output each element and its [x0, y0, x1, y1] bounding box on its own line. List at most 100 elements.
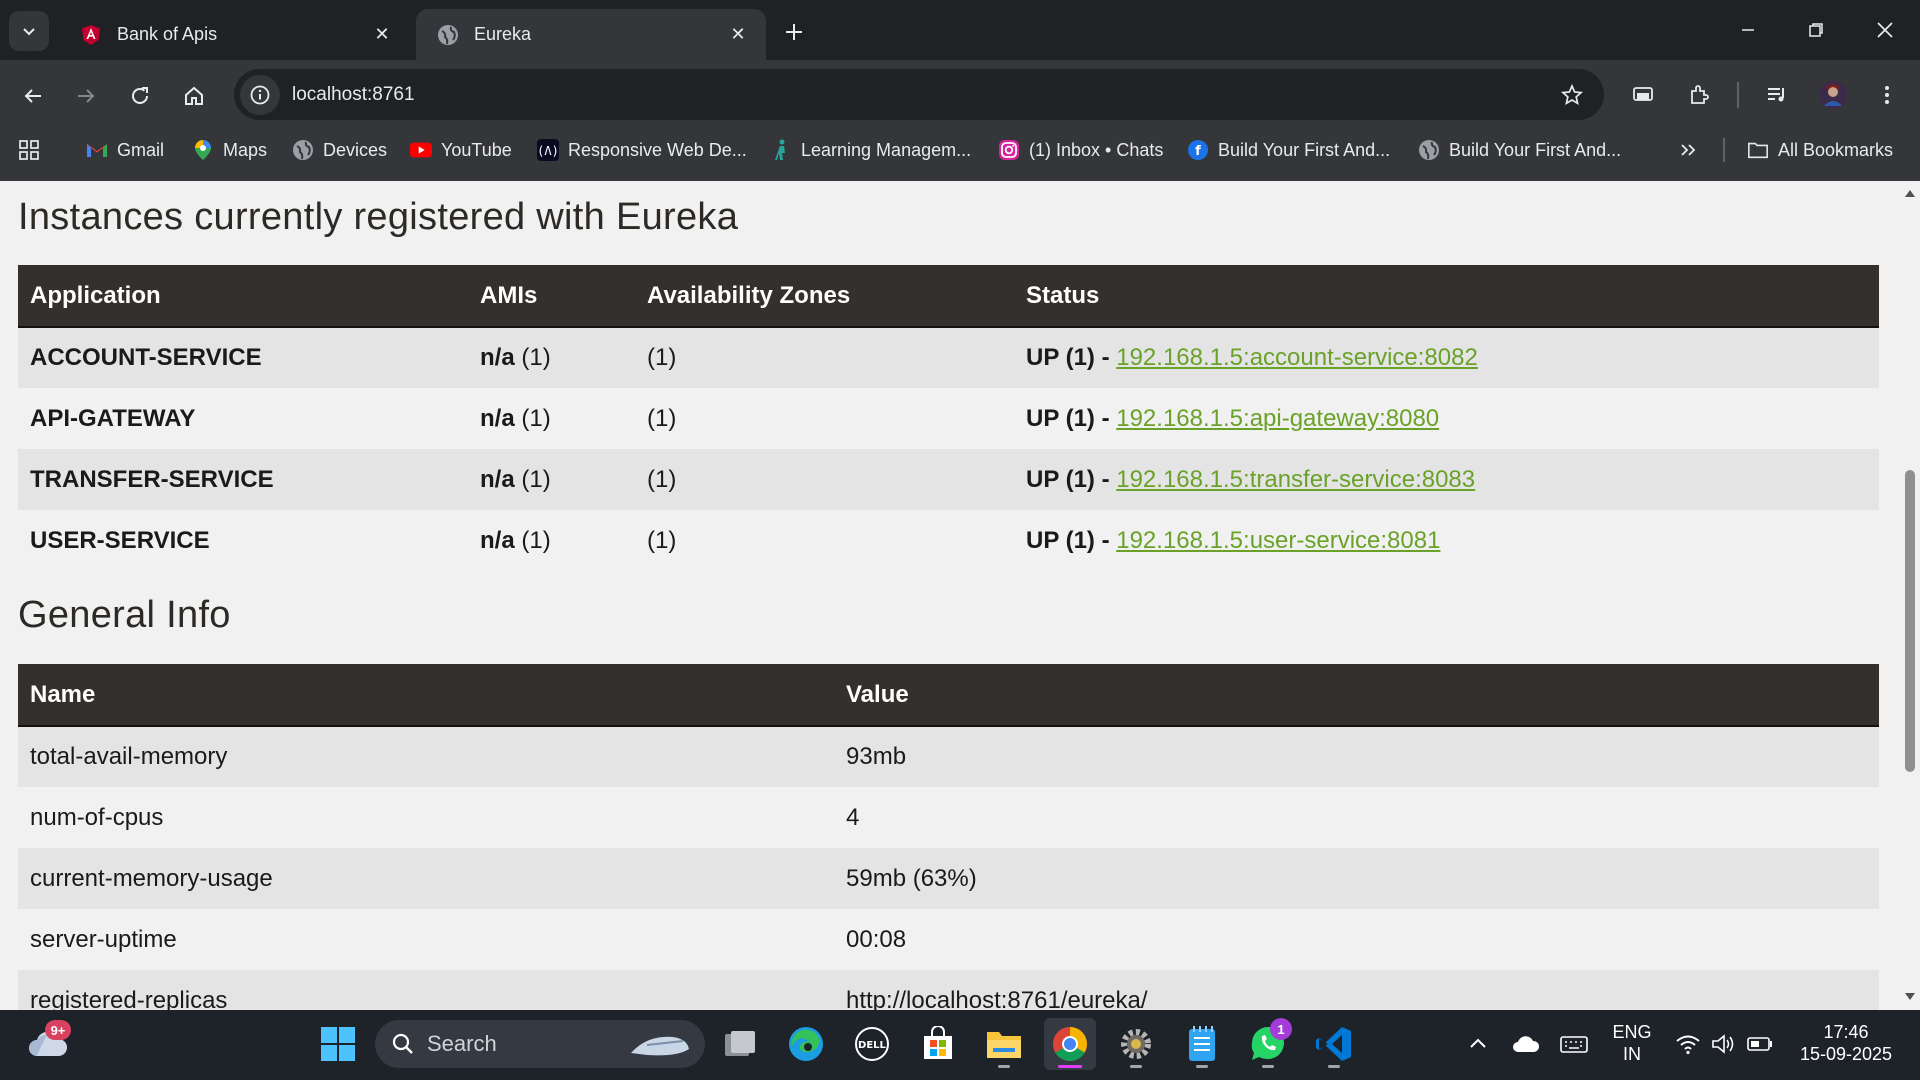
show-hidden-icons-button[interactable]: [1452, 1018, 1504, 1070]
start-button[interactable]: [312, 1018, 364, 1070]
notepad-button[interactable]: [1176, 1018, 1228, 1070]
edge-button[interactable]: [780, 1018, 832, 1070]
ami-cell: n/a (1): [468, 388, 635, 449]
bookmark-youtube[interactable]: YouTube: [410, 130, 512, 170]
reload-button[interactable]: [120, 76, 160, 116]
instance-link[interactable]: 192.168.1.5:api-gateway:8080: [1116, 405, 1439, 432]
bookmark-devices[interactable]: Devices: [292, 130, 387, 170]
column-header: AMIs: [468, 265, 635, 328]
column-header: Value: [834, 664, 1879, 727]
bookmark-maps[interactable]: Maps: [192, 130, 267, 170]
tab-search-button[interactable]: [9, 11, 49, 51]
close-icon[interactable]: ✕: [726, 23, 750, 47]
zones-cell: (1): [635, 510, 1014, 571]
region-code: IN: [1623, 1044, 1641, 1064]
scroll-down-icon[interactable]: [1903, 990, 1917, 1004]
learning-icon: [770, 139, 792, 161]
info-name: total-avail-memory: [18, 726, 834, 787]
close-window-button[interactable]: [1854, 4, 1916, 56]
column-header: Availability Zones: [635, 265, 1014, 328]
address-bar[interactable]: localhost:8761: [234, 69, 1604, 120]
battery-button[interactable]: [1734, 1018, 1786, 1070]
application-name: ACCOUNT-SERVICE: [18, 327, 468, 388]
minimize-button[interactable]: [1717, 4, 1779, 56]
table-row: TRANSFER-SERVICE n/a (1) (1) UP (1) - 19…: [18, 449, 1879, 510]
touch-keyboard-button[interactable]: [1548, 1018, 1600, 1070]
bookmarks-divider: [1723, 138, 1725, 162]
application-name: API-GATEWAY: [18, 388, 468, 449]
table-row: API-GATEWAY n/a (1) (1) UP (1) - 192.168…: [18, 388, 1879, 449]
close-icon[interactable]: ✕: [370, 23, 394, 47]
instance-link[interactable]: 192.168.1.5:user-service:8081: [1116, 527, 1440, 554]
home-button[interactable]: [174, 76, 214, 116]
vscode-button[interactable]: [1308, 1018, 1360, 1070]
status-cell: UP (1) - 192.168.1.5:api-gateway:8080: [1014, 388, 1879, 449]
scrollbar-thumb[interactable]: [1905, 470, 1915, 772]
table-header-row: Application AMIs Availability Zones Stat…: [18, 265, 1879, 328]
settings-app-button[interactable]: [1110, 1018, 1162, 1070]
instance-link[interactable]: 192.168.1.5:account-service:8082: [1116, 344, 1478, 371]
svg-text:DELL: DELL: [858, 1040, 887, 1051]
build-icon: f: [1187, 139, 1209, 161]
column-header: Application: [18, 265, 468, 328]
zones-cell: (1): [635, 449, 1014, 510]
running-indicator: [1328, 1065, 1340, 1068]
browser-menu-icon[interactable]: [1866, 74, 1908, 116]
avatar[interactable]: [1812, 74, 1854, 116]
restore-icon: [1809, 23, 1823, 37]
task-view-icon: [725, 1031, 755, 1056]
dell-button[interactable]: DELL: [846, 1018, 898, 1070]
reload-icon: [132, 87, 148, 104]
status-cell: UP (1) - 192.168.1.5:transfer-service:80…: [1014, 449, 1879, 510]
onedrive-button[interactable]: [1500, 1018, 1552, 1070]
restore-button[interactable]: [1785, 4, 1847, 56]
active-indicator: [1058, 1065, 1082, 1068]
bookmark-responsive-web[interactable]: (Λ) Responsive Web De...: [537, 130, 747, 170]
arrow-right-icon: [78, 89, 95, 103]
all-bookmarks-button[interactable]: All Bookmarks: [1747, 130, 1893, 170]
chrome-button[interactable]: [1044, 1018, 1096, 1070]
table-row: num-of-cpus 4: [18, 787, 1879, 848]
file-explorer-button[interactable]: [978, 1018, 1030, 1070]
forward-button[interactable]: [66, 76, 106, 116]
battery-icon: [1747, 1037, 1772, 1051]
table-row: total-avail-memory 93mb: [18, 726, 1879, 787]
tab-eureka[interactable]: Eureka ✕: [416, 9, 766, 60]
vscode-icon: [1316, 1027, 1351, 1061]
back-button[interactable]: [13, 76, 53, 116]
media-controls-icon[interactable]: [1756, 74, 1798, 116]
all-bookmarks-label: All Bookmarks: [1778, 139, 1894, 160]
star-icon[interactable]: [1552, 75, 1592, 115]
status-text: UP (1) -: [1026, 404, 1117, 432]
extensions-icon[interactable]: [1678, 74, 1720, 116]
taskbar-search[interactable]: Search: [375, 1020, 705, 1068]
microsoft-store-button[interactable]: [912, 1018, 964, 1070]
windows-icon: [321, 1027, 355, 1061]
tab-title: Eureka: [474, 24, 532, 44]
bookmark-label: Devices: [323, 139, 388, 160]
site-info-icon[interactable]: [240, 74, 280, 115]
bookmark-build-first-1[interactable]: f Build Your First And...: [1187, 130, 1390, 170]
url-text[interactable]: localhost:8761: [292, 84, 1552, 106]
bookmark-learning[interactable]: Learning Managem...: [770, 130, 971, 170]
running-indicator: [1196, 1065, 1208, 1068]
task-view-button[interactable]: [714, 1018, 766, 1070]
language-indicator[interactable]: ENG IN: [1604, 1021, 1660, 1065]
clock[interactable]: 17:46 15-09-2025: [1794, 1021, 1898, 1065]
table-row: server-uptime 00:08: [18, 909, 1879, 970]
tab-bank-of-apis[interactable]: Bank of Apis ✕: [59, 9, 410, 60]
instance-link[interactable]: 192.168.1.5:transfer-service:8083: [1116, 466, 1475, 493]
scroll-up-icon[interactable]: [1903, 186, 1917, 200]
ami-value: n/a: [480, 344, 515, 371]
status-text: UP (1) -: [1026, 465, 1117, 493]
apps-button[interactable]: [18, 130, 49, 170]
youtube-icon: [410, 139, 432, 161]
bookmark-gmail[interactable]: Gmail: [86, 130, 164, 170]
cast-icon[interactable]: [1622, 74, 1664, 116]
more-bookmarks-button[interactable]: [1677, 130, 1708, 170]
bookmark-instagram[interactable]: (1) Inbox • Chats: [998, 130, 1163, 170]
new-tab-button[interactable]: [776, 14, 812, 50]
bookmark-label: Gmail: [117, 139, 165, 160]
bookmark-label: Learning Managem...: [801, 139, 972, 160]
bookmark-build-first-2[interactable]: Build Your First And...: [1418, 130, 1621, 170]
